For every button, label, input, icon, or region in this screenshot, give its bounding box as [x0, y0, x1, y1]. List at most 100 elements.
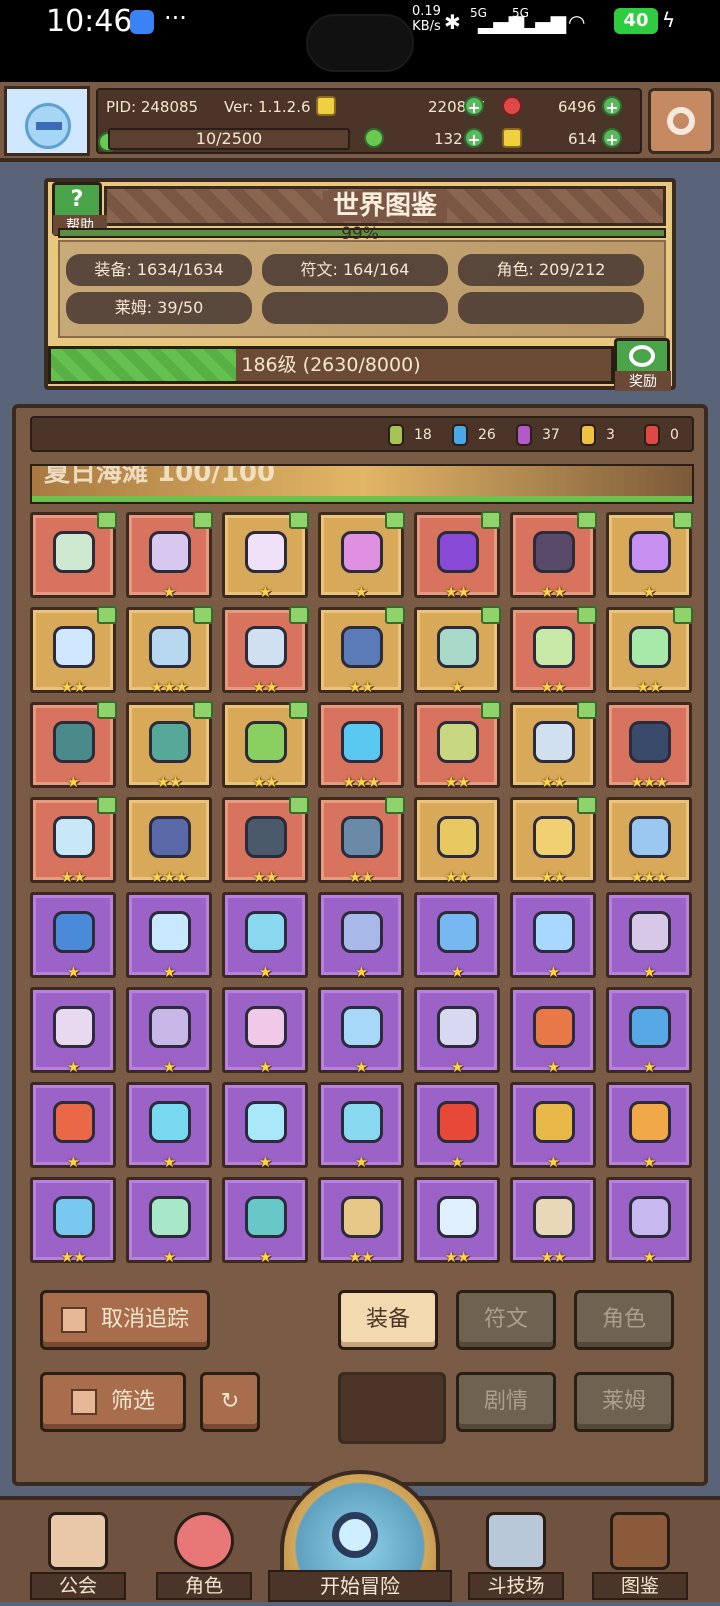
item-stars: ★: [162, 1248, 176, 1266]
item-slot[interactable]: ★: [606, 892, 692, 981]
item-slot[interactable]: ★★: [318, 606, 405, 696]
item-slot[interactable]: ★: [414, 987, 500, 1076]
item-slot[interactable]: ★★: [606, 606, 693, 696]
nav-codex[interactable]: 图鉴: [592, 1508, 688, 1604]
item-slot[interactable]: ★★: [318, 796, 405, 886]
item-slot[interactable]: ★: [222, 987, 308, 1076]
item-slot[interactable]: ★★: [510, 796, 597, 886]
item-slot[interactable]: ★: [606, 511, 693, 601]
item-slot[interactable]: ★★: [222, 606, 309, 696]
item-slot[interactable]: ★: [126, 987, 212, 1076]
item-slot[interactable]: ★: [606, 1082, 692, 1171]
item-slot[interactable]: ★★★: [126, 606, 213, 696]
gem-icon: [644, 424, 660, 446]
item-slot[interactable]: ★★★: [318, 702, 404, 791]
item-slot[interactable]: ★★: [126, 701, 213, 791]
tab-slimes[interactable]: 莱姆: [574, 1372, 674, 1432]
item-slot[interactable]: ★★: [414, 797, 500, 886]
nav-adventure[interactable]: 开始冒险: [268, 1470, 452, 1606]
nav-character[interactable]: 角色: [156, 1508, 252, 1604]
item-slot[interactable]: ★: [126, 1082, 212, 1171]
pink-ring-icon: [149, 1006, 191, 1048]
item-slot[interactable]: ★★: [510, 701, 597, 791]
tracked-tag-icon: [481, 606, 501, 624]
help-icon: ?: [70, 187, 84, 212]
item-slot[interactable]: ★★: [510, 511, 597, 601]
orange-charm-icon: [629, 1101, 671, 1143]
filter-button[interactable]: 筛选: [40, 1372, 186, 1432]
item-slot[interactable]: ★★★: [606, 797, 692, 886]
add-ruby-button[interactable]: +: [602, 96, 622, 117]
tracked-tag-icon: [577, 606, 597, 624]
filter-label: 筛选: [110, 1389, 155, 1414]
item-slot[interactable]: ★: [318, 987, 404, 1076]
item-slot[interactable]: ★: [510, 892, 596, 981]
item-slot[interactable]: ★: [414, 892, 500, 981]
tracked-tag-icon: [577, 511, 597, 529]
item-slot[interactable]: ★: [126, 1177, 212, 1266]
item-slot[interactable]: ★★: [510, 606, 597, 696]
item-slot[interactable]: ★★: [30, 796, 117, 886]
item-stars: ★★: [540, 868, 567, 886]
item-slot[interactable]: ★: [414, 606, 501, 696]
item-slot[interactable]: ★★: [414, 1177, 500, 1266]
item-slot[interactable]: ★★: [222, 796, 309, 886]
item-slot[interactable]: ★★: [318, 1177, 404, 1266]
gem-count-row: 18 26 37 3 0: [30, 416, 694, 452]
pearl-shield-icon: [341, 1006, 383, 1048]
green-shield-icon: [149, 721, 191, 763]
item-slot[interactable]: [30, 511, 117, 598]
item-slot[interactable]: ★★★: [606, 702, 692, 791]
item-slot[interactable]: ★★: [30, 1177, 116, 1266]
item-stars: ★: [354, 963, 368, 981]
nav-arena[interactable]: 斗技场: [468, 1508, 564, 1604]
item-slot[interactable]: ★: [318, 1082, 404, 1171]
tab-characters[interactable]: 角色: [574, 1290, 674, 1350]
item-slot[interactable]: ★: [126, 511, 213, 601]
item-slot[interactable]: ★: [222, 511, 309, 601]
reward-button[interactable]: 奖励: [614, 338, 671, 391]
beach-towel-icon: [149, 1196, 191, 1238]
item-stars: ★: [66, 773, 80, 791]
item-slot[interactable]: ★: [222, 892, 308, 981]
untrack-button[interactable]: 取消追踪: [40, 1290, 210, 1350]
item-slot[interactable]: ★: [606, 987, 692, 1076]
item-slot[interactable]: ★: [318, 892, 404, 981]
item-slot[interactable]: ★: [222, 1082, 308, 1171]
item-slot[interactable]: ★: [222, 1177, 308, 1266]
item-slot[interactable]: ★: [30, 987, 116, 1076]
item-slot[interactable]: ★★: [30, 606, 117, 696]
item-slot[interactable]: ★: [30, 1082, 116, 1171]
item-slot[interactable]: ★★: [414, 701, 501, 791]
tab-runes[interactable]: 符文: [456, 1290, 556, 1350]
item-slot[interactable]: ★★★: [126, 797, 212, 886]
item-slot[interactable]: ★★: [414, 511, 501, 601]
item-stars: ★: [162, 583, 176, 601]
refresh-button[interactable]: ↻: [200, 1372, 260, 1432]
settings-button[interactable]: [648, 88, 714, 154]
tab-equipment[interactable]: 装备: [338, 1290, 438, 1350]
item-slot[interactable]: ★: [126, 892, 212, 981]
spear-icon: [149, 816, 191, 858]
add-clover-button[interactable]: +: [464, 128, 484, 149]
dark-plate-icon: [341, 816, 383, 858]
item-slot[interactable]: ★: [510, 987, 596, 1076]
item-slot[interactable]: ★: [510, 1082, 596, 1171]
add-gold-button[interactable]: +: [464, 96, 484, 117]
region-banner[interactable]: 夏日海滩 100/100: [30, 464, 694, 504]
wizard-hat-icon: [53, 911, 95, 953]
tab-story[interactable]: 剧情: [456, 1372, 556, 1432]
item-slot[interactable]: ★: [606, 1177, 692, 1266]
add-key-button[interactable]: +: [602, 128, 622, 149]
item-slot[interactable]: ★: [414, 1082, 500, 1171]
item-slot[interactable]: ★: [318, 511, 405, 601]
item-slot[interactable]: ★★: [222, 701, 309, 791]
player-avatar[interactable]: [4, 86, 90, 156]
item-stars: ★★: [444, 868, 471, 886]
blaster-icon: [629, 721, 671, 763]
item-slot[interactable]: ★★: [510, 1177, 596, 1266]
item-stars: ★★: [444, 1248, 471, 1266]
nav-guild[interactable]: 公会: [30, 1508, 126, 1604]
item-slot[interactable]: ★: [30, 892, 116, 981]
item-slot[interactable]: ★: [30, 701, 117, 791]
